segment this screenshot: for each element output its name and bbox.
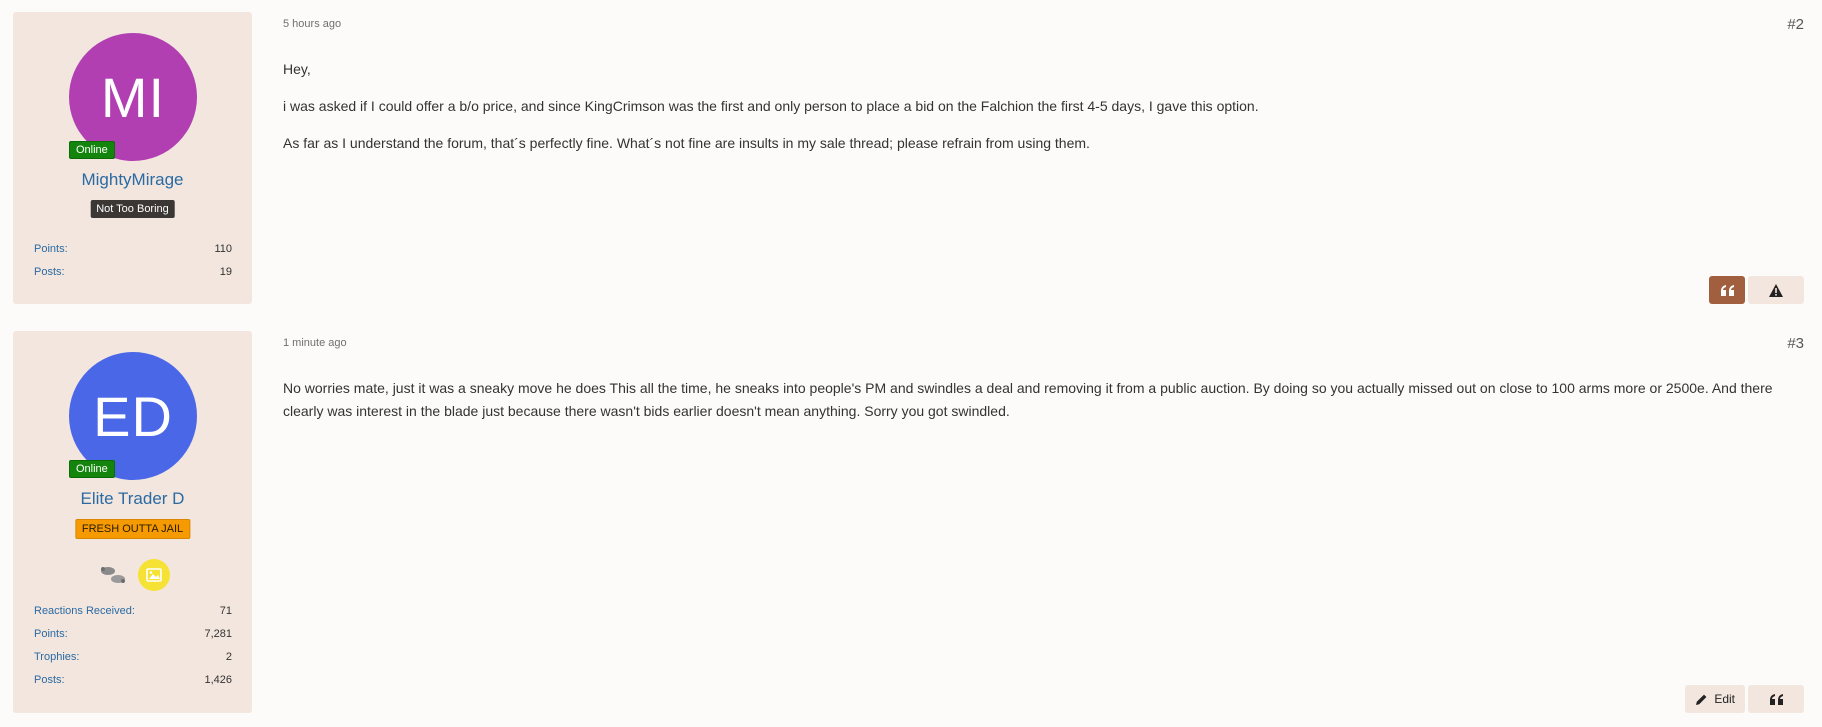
post-number-link[interactable]: #2 xyxy=(1787,16,1804,33)
online-badge: Online xyxy=(69,141,115,159)
trophy-badge[interactable] xyxy=(98,560,128,590)
username-link[interactable]: MightyMirage xyxy=(13,170,252,190)
stat-value: 1,426 xyxy=(204,673,232,686)
edit-button[interactable]: Edit xyxy=(1685,685,1745,713)
quote-icon xyxy=(1720,284,1734,296)
message-paragraph: Hey, xyxy=(283,61,311,77)
user-cell: MI Online MightyMirage Not Too Boring Po… xyxy=(13,12,252,304)
stat-row-reactions: Reactions Received: 71 xyxy=(34,599,232,622)
stat-value: 7,281 xyxy=(204,627,232,640)
stat-label[interactable]: Reactions Received: xyxy=(34,605,135,617)
post-number-link[interactable]: #3 xyxy=(1787,335,1804,352)
stat-row-trophies: Trophies: 2 xyxy=(34,645,232,668)
stat-value: 71 xyxy=(219,604,232,617)
post-timestamp[interactable]: 5 hours ago xyxy=(283,18,341,30)
edit-label: Edit xyxy=(1714,692,1735,706)
user-stats: Points: 110 Posts: 19 xyxy=(34,237,232,283)
warning-icon xyxy=(1769,283,1783,297)
message-paragraph: As far as I understand the forum, that´s… xyxy=(283,135,1090,151)
trophy-icons xyxy=(98,559,170,591)
stat-row-posts: Posts: 1,426 xyxy=(34,668,232,691)
stat-label[interactable]: Posts: xyxy=(34,266,65,278)
stat-label[interactable]: Trophies: xyxy=(34,651,79,663)
post-2: MI Online MightyMirage Not Too Boring Po… xyxy=(0,12,1822,304)
stat-row-points: Points: 7,281 xyxy=(34,622,232,645)
post-actions xyxy=(1709,276,1804,304)
message-paragraph: No worries mate, just it was a sneaky mo… xyxy=(283,380,1773,419)
message-body: Hey, i was asked if I could offer a b/o … xyxy=(283,58,1784,169)
pencil-icon xyxy=(1696,694,1707,705)
stat-label[interactable]: Posts: xyxy=(34,674,65,686)
user-stats: Reactions Received: 71 Points: 7,281 Tro… xyxy=(34,599,232,691)
stat-row-posts: Posts: 19 xyxy=(34,260,232,283)
post-timestamp[interactable]: 1 minute ago xyxy=(283,337,347,349)
post-3: ED Online Elite Trader D FRESH OUTTA JAI… xyxy=(0,331,1822,713)
user-cell: ED Online Elite Trader D FRESH OUTTA JAI… xyxy=(13,331,252,713)
stat-value: 19 xyxy=(219,265,232,278)
stat-label[interactable]: Points: xyxy=(34,243,68,255)
user-banner: Not Too Boring xyxy=(90,200,175,218)
quote-button[interactable] xyxy=(1748,685,1804,713)
online-badge: Online xyxy=(69,460,115,478)
quote-button[interactable] xyxy=(1709,276,1745,304)
stat-row-points: Points: 110 xyxy=(34,237,232,260)
report-button[interactable] xyxy=(1748,276,1804,304)
avatar-initials: ED xyxy=(93,384,173,448)
message-cell: 5 hours ago #2 Hey, i was asked if I cou… xyxy=(283,12,1804,304)
stat-label[interactable]: Points: xyxy=(34,628,68,640)
stat-value: 2 xyxy=(225,650,232,663)
message-paragraph: i was asked if I could offer a b/o price… xyxy=(283,98,1259,114)
user-banner: FRESH OUTTA JAIL xyxy=(74,519,191,539)
image-icon xyxy=(146,568,162,582)
message-body: No worries mate, just it was a sneaky mo… xyxy=(283,377,1784,437)
post-actions: Edit xyxy=(1685,685,1804,713)
trophy-badge[interactable] xyxy=(138,559,170,591)
handshake-icon xyxy=(101,567,125,583)
username-link[interactable]: Elite Trader D xyxy=(13,489,252,509)
message-cell: 1 minute ago #3 No worries mate, just it… xyxy=(283,331,1804,713)
avatar-initials: MI xyxy=(100,65,166,129)
stat-value: 110 xyxy=(214,242,232,255)
quote-icon xyxy=(1769,693,1783,705)
